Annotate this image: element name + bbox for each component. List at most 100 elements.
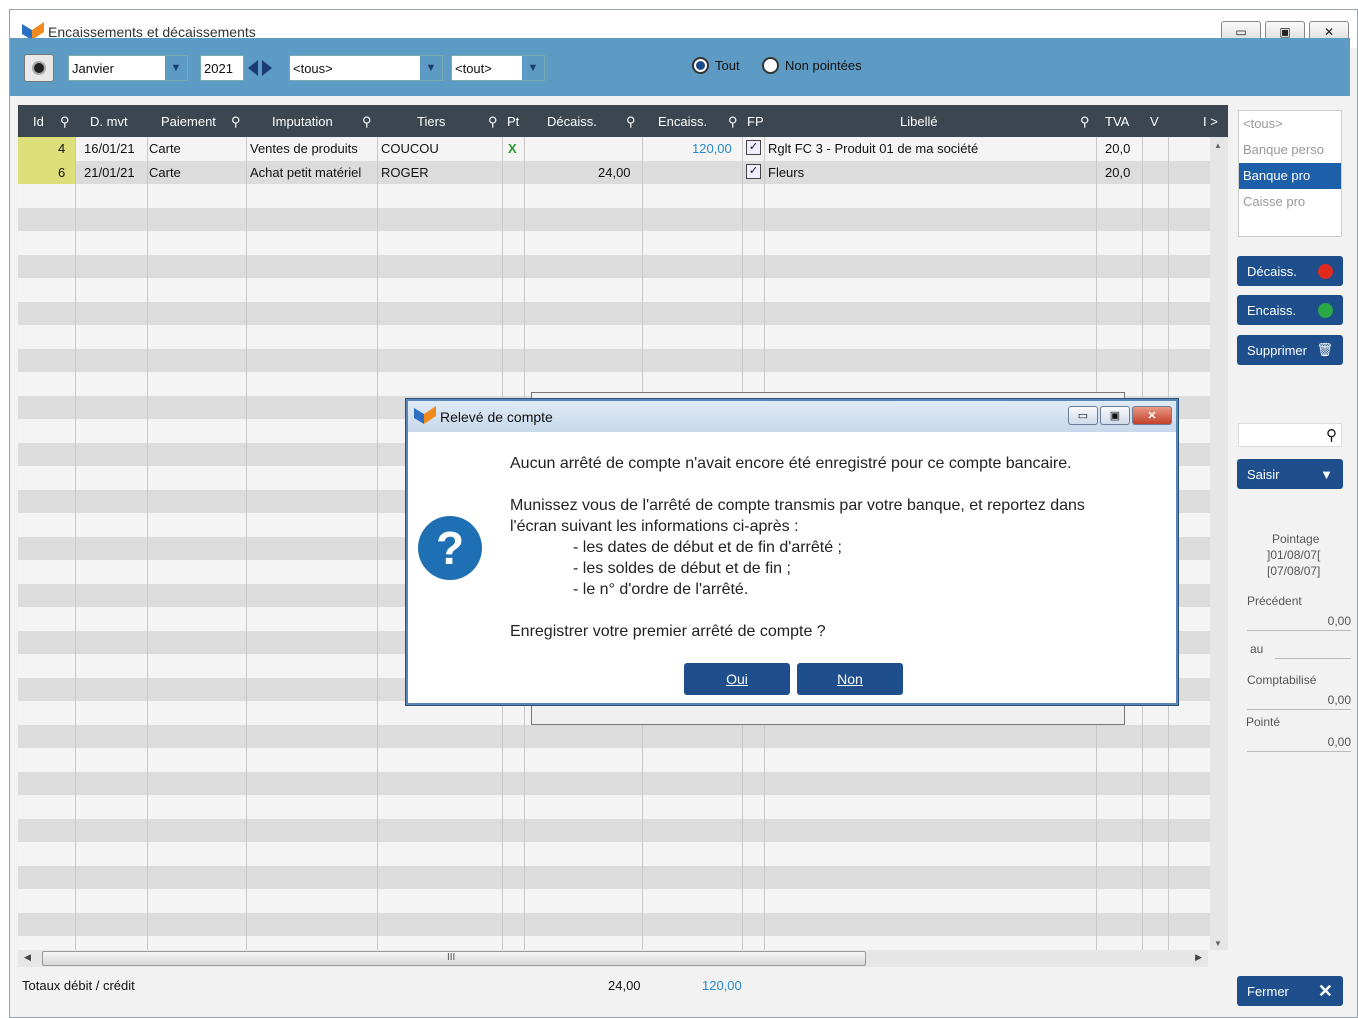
scroll-up-icon[interactable]: ▲ <box>1214 141 1222 150</box>
grid-stripe <box>18 278 1210 302</box>
prev-year-icon[interactable] <box>246 58 260 78</box>
chevron-down-icon[interactable]: ▼ <box>420 56 442 80</box>
tiers-filter-value: <tous> <box>293 60 333 76</box>
grid-stripe <box>18 207 1210 231</box>
cell-encaiss: 120,00 <box>692 141 732 156</box>
cell-tva: 20,0 <box>1105 164 1131 180</box>
pointe-value: 0,00 <box>1327 735 1351 749</box>
no-button[interactable]: Non <box>797 663 903 695</box>
cell-decaiss: 24,00 <box>598 164 631 180</box>
grid-stripe <box>18 348 1210 372</box>
fp-checkbox[interactable]: ✓ <box>746 163 761 179</box>
search-icon[interactable]: ⚲ <box>488 114 498 130</box>
horizontal-scroll-thumb[interactable]: III <box>42 951 866 966</box>
close-button[interactable]: Fermer ✕ <box>1237 976 1343 1006</box>
totals-debit: 24,00 <box>608 978 641 993</box>
delete-button[interactable]: Supprimer 🗑 <box>1237 335 1343 365</box>
col-encaiss[interactable]: Encaiss. <box>658 114 707 129</box>
col-tiers[interactable]: Tiers <box>417 114 445 129</box>
grid-stripe <box>18 325 1210 349</box>
trash-icon: 🗑 <box>1316 342 1333 357</box>
radio-unpointed-dot[interactable] <box>762 57 779 74</box>
saisir-button[interactable]: Saisir ▼ <box>1237 459 1343 489</box>
search-icon[interactable]: ⚲ <box>1080 114 1090 130</box>
dialog-minimize-button[interactable]: ▭ <box>1068 406 1098 425</box>
search-icon[interactable]: ⚲ <box>60 114 70 130</box>
search-icon[interactable]: ⚲ <box>231 114 241 130</box>
decaiss-button[interactable]: Décaiss. <box>1237 256 1343 286</box>
comptabilise-label: Comptabilisé <box>1247 673 1317 687</box>
right-sidebar: <tous> Banque perso Banque pro Caisse pr… <box>1229 105 1351 1006</box>
cell-date: 21/01/21 <box>84 164 135 180</box>
divider <box>1247 709 1351 710</box>
month-select[interactable]: Janvier ▼ <box>68 55 188 81</box>
year-field[interactable]: 2021 <box>200 55 244 81</box>
record-icon[interactable] <box>24 54 54 82</box>
totals-credit: 120,00 <box>702 978 742 993</box>
radio-all-dot[interactable] <box>692 57 709 74</box>
cell-id: 6 <box>58 164 66 180</box>
filter2-select[interactable]: <tout> ▼ <box>451 55 545 81</box>
tiers-filter-select[interactable]: <tous> ▼ <box>289 55 443 81</box>
grid-stripe <box>18 748 1210 772</box>
col-decaiss[interactable]: Décaiss. <box>547 114 597 129</box>
col-label[interactable]: Libellé <box>900 114 938 129</box>
dialog-bullet3: - le n° d'ordre de l'arrêté. <box>573 581 749 598</box>
search-icon[interactable]: ⚲ <box>1326 426 1337 444</box>
dialog-close-button[interactable]: ✕ <box>1132 406 1172 425</box>
search-input[interactable]: ⚲ <box>1238 423 1342 447</box>
col-id[interactable]: Id <box>33 114 44 129</box>
table-row[interactable]: 6 21/01/21 Carte Achat petit matériel RO… <box>18 161 1208 185</box>
yes-button[interactable]: Oui <box>684 663 790 695</box>
scroll-down-icon[interactable]: ▼ <box>1214 939 1222 948</box>
vertical-scrollbar[interactable]: ▲ ▼ <box>1210 137 1228 950</box>
chevron-down-icon[interactable]: ▼ <box>1320 467 1333 482</box>
app-logo-icon <box>414 406 436 424</box>
fp-checkbox[interactable]: ✓ <box>746 140 761 155</box>
col-divider <box>246 137 247 950</box>
col-date[interactable]: D. mvt <box>90 114 128 129</box>
bank-item-perso[interactable]: Banque perso <box>1239 137 1341 163</box>
dialog-title: Relevé de compte <box>440 409 553 425</box>
col-fp[interactable]: FP <box>747 114 764 129</box>
chevron-down-icon[interactable]: ▼ <box>165 56 187 80</box>
search-icon[interactable]: ⚲ <box>626 114 636 130</box>
search-icon[interactable]: ⚲ <box>728 114 738 130</box>
dialog-question: Enregistrer votre premier arrêté de comp… <box>510 623 826 640</box>
col-tva[interactable]: TVA <box>1105 114 1129 129</box>
dialog-bullet2: - les soldes de début et de fin ; <box>573 560 791 577</box>
horizontal-scrollbar[interactable]: ◀ III ▶ <box>18 950 1208 967</box>
bank-item-pro[interactable]: Banque pro <box>1239 163 1341 189</box>
filter2-value: <tout> <box>455 60 492 76</box>
pointage-label: Pointage <box>1272 532 1320 546</box>
radio-unpointed[interactable]: Non pointées <box>762 57 862 74</box>
year-nav <box>246 55 274 81</box>
precedent-label: Précédent <box>1247 594 1302 608</box>
col-payment[interactable]: Paiement <box>161 114 216 129</box>
dialog-maximize-button[interactable]: ▣ <box>1100 406 1130 425</box>
cell-imputation: Achat petit matériel <box>250 164 362 180</box>
chevron-down-icon[interactable]: ▼ <box>522 56 544 80</box>
col-pt[interactable]: Pt <box>507 114 519 129</box>
encaiss-button[interactable]: Encaiss. <box>1237 295 1343 325</box>
scroll-left-icon[interactable]: ◀ <box>24 952 31 963</box>
bank-item-all[interactable]: <tous> <box>1239 111 1341 137</box>
col-v[interactable]: V <box>1150 114 1159 129</box>
scroll-right-icon[interactable]: ▶ <box>1195 952 1202 963</box>
grid-stripe <box>18 724 1210 748</box>
cell-pt: X <box>508 141 517 156</box>
col-imputation[interactable]: Imputation <box>272 114 333 129</box>
dialog-title-bar: Relevé de compte ▭ ▣ ✕ <box>408 401 1176 432</box>
grid-stripe <box>18 231 1210 255</box>
radio-all[interactable]: Tout <box>692 57 740 74</box>
table-row[interactable]: 4 16/01/21 Carte Ventes de produits COUC… <box>18 137 1208 161</box>
grid-stripe <box>18 865 1210 889</box>
col-more[interactable]: I > <box>1203 114 1218 129</box>
bank-item-caisse[interactable]: Caisse pro <box>1239 189 1341 215</box>
grid-stripe <box>18 795 1210 819</box>
dialog-line1: Aucun arrêté de compte n'avait encore ét… <box>510 455 1072 472</box>
grid-stripe <box>18 184 1210 208</box>
next-year-icon[interactable] <box>260 58 274 78</box>
search-icon[interactable]: ⚲ <box>362 114 372 130</box>
saisir-label: Saisir <box>1247 466 1280 482</box>
